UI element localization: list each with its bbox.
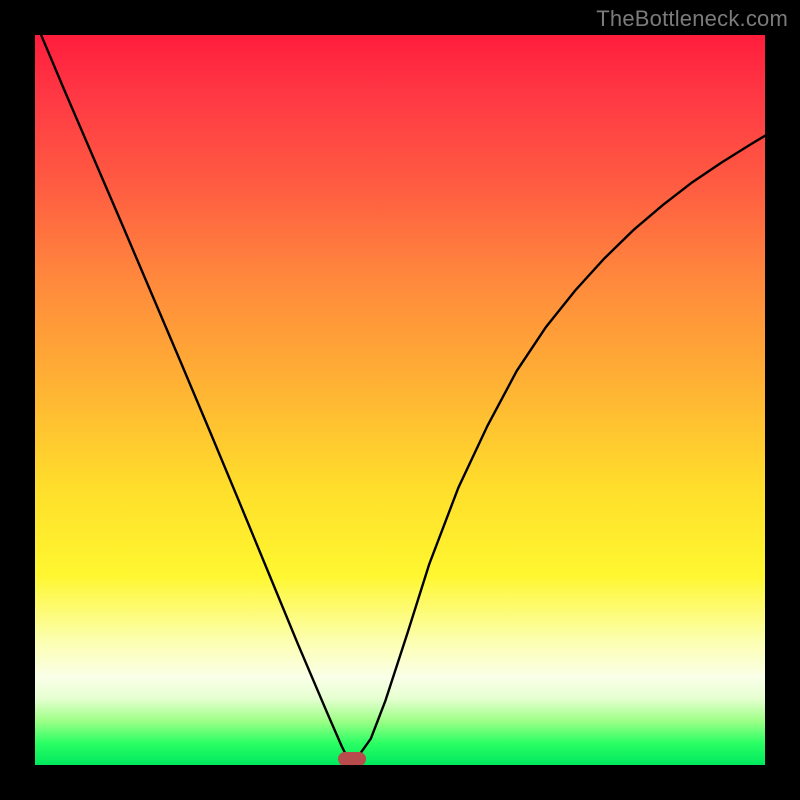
curve-svg [35,35,765,765]
minimum-marker [338,752,366,765]
curve-path [35,35,765,761]
plot-area [35,35,765,765]
chart-frame: TheBottleneck.com [0,0,800,800]
watermark-text: TheBottleneck.com [596,6,788,32]
